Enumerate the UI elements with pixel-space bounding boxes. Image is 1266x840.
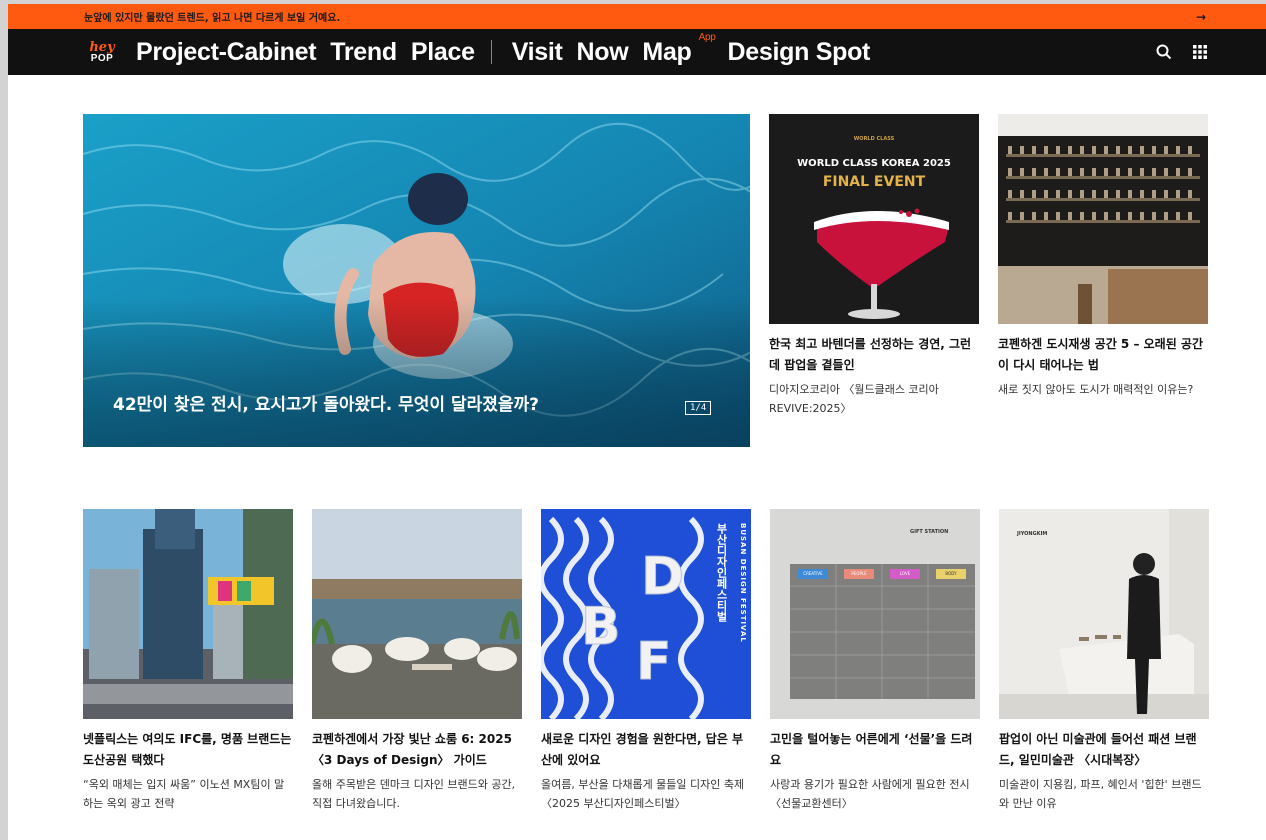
announcement-bar[interactable]: 눈앞에 있지만 몰랐던 트렌드, 읽고 나면 다르게 보일 거예요. → (8, 4, 1266, 29)
search-icon[interactable] (1156, 44, 1172, 60)
article-image-gift-station[interactable]: GIFT STATION CREATIVE PEOPLE LOVE BODY (770, 509, 980, 719)
article-description[interactable]: 새로 짓지 않아도 도시가 매력적인 이유는? (998, 380, 1208, 399)
nav-item-design-spot[interactable]: Design Spot (728, 38, 871, 67)
hero-slide[interactable]: 42만이 찾은 전시, 요시고가 돌아왔다. 무엇이 달라졌을까? 1/4 (83, 114, 750, 447)
image-caption-highlight: FINAL EVENT (822, 174, 926, 190)
nav-item-map[interactable]: Map App (642, 32, 715, 67)
article-description[interactable]: 올여름, 부산을 다채롭게 물들일 디자인 축제 〈2025 부산디자인페스티벌… (541, 775, 751, 813)
image-caption-main: WORLD CLASS KOREA 2025 (797, 158, 951, 169)
nav-item-project-cabinet[interactable]: Project-Cabinet (136, 38, 317, 67)
article-description[interactable]: “옥외 매체는 입지 싸움” 이노션 MX팀이 말하는 옥외 광고 전략 (83, 775, 293, 813)
main-nav: hey POP Project-Cabinet Trend Place Visi… (8, 29, 1266, 75)
nav-item-now[interactable]: Now (577, 38, 629, 67)
article-title[interactable]: 고민을 털어놓는 어른에게 ‘선물’을 드려요 (770, 729, 980, 771)
article-card[interactable]: JIYONGKIM 팝업이 아닌 미술관에 들어선 패션 브랜드, 일민미술관 … (999, 509, 1209, 813)
announcement-text[interactable]: 눈앞에 있지만 몰랐던 트렌드, 읽고 나면 다르게 보일 거예요. (84, 9, 340, 24)
grid-menu-icon[interactable] (1192, 44, 1208, 60)
article-title[interactable]: 새로운 디자인 경험을 원한다면, 답은 부산에 있어요 (541, 729, 751, 771)
article-image-yeouido-billboard[interactable] (83, 509, 293, 719)
article-title[interactable]: 넷플릭스는 여의도 IFC를, 명품 브랜드는 도산공원 택했다 (83, 729, 293, 771)
locker-label: PEOPLE (844, 569, 874, 579)
article-description[interactable]: 사랑과 용기가 필요한 사람에게 필요한 전시 〈선물교환센터〉 (770, 775, 980, 813)
article-card[interactable]: WORLD CLASS WORLD CLASS KOREA 2025 FINAL… (769, 114, 979, 418)
page: 눈앞에 있지만 몰랐던 트렌드, 읽고 나면 다르게 보일 거예요. → hey… (8, 4, 1266, 840)
heypop-logo[interactable]: hey POP (86, 39, 118, 65)
article-image-busan-design-festival[interactable]: D B F BUSAN DESIGN FESTIVAL 부산디자인페스티벌 (541, 509, 751, 719)
nav-divider (490, 40, 492, 64)
article-image-copenhagen-space[interactable] (998, 114, 1208, 324)
article-card[interactable]: 넷플릭스는 여의도 IFC를, 명품 브랜드는 도산공원 택했다 “옥외 매체는… (83, 509, 293, 813)
image-caption-small: WORLD CLASS (853, 136, 895, 142)
slide-pager[interactable]: 1/4 (685, 401, 712, 415)
article-card[interactable]: GIFT STATION CREATIVE PEOPLE LOVE BODY 고… (770, 509, 980, 813)
article-title[interactable]: 팝업이 아닌 미술관에 들어선 패션 브랜드, 일민미술관 〈시대복장〉 (999, 729, 1209, 771)
locker-label: CREATIVE (798, 569, 828, 579)
article-image-copenhagen-showroom[interactable] (312, 509, 522, 719)
svg-text:D: D (641, 547, 684, 607)
svg-text:F: F (636, 632, 672, 692)
svg-text:B: B (581, 597, 621, 657)
article-description[interactable]: 올해 주목받은 덴마크 디자인 브랜드와 공간, 직접 다녀왔습니다. (312, 775, 522, 813)
article-card[interactable]: 코펜하겐 도시재생 공간 5 – 오래된 공간이 다시 태어나는 법 새로 짓지… (998, 114, 1208, 399)
image-caption-gift-station: GIFT STATION (910, 529, 949, 535)
nav-item-visit[interactable]: Visit (512, 38, 563, 67)
locker-label: LOVE (890, 569, 920, 579)
app-badge: App (698, 31, 716, 43)
article-title[interactable]: 코펜하겐 도시재생 공간 5 – 오래된 공간이 다시 태어나는 법 (998, 334, 1208, 376)
nav-item-trend[interactable]: Trend (330, 38, 397, 67)
nav-icons (1156, 29, 1208, 75)
logo-text-bottom: POP (90, 52, 114, 64)
image-caption-brand: JIYONGKIM (1017, 531, 1048, 537)
article-title[interactable]: 코펜하겐에서 가장 빛난 쇼룸 6: 2025 〈3 Days of Desig… (312, 729, 522, 771)
article-description[interactable]: 미술관이 지용킴, 파프, 혜인서 '힙한' 브랜드와 만난 이유 (999, 775, 1209, 813)
arrow-right-icon[interactable]: → (1196, 10, 1206, 24)
image-caption-vertical-en: BUSAN DESIGN FESTIVAL (739, 523, 747, 643)
article-description[interactable]: 디아지오코리아 〈월드클래스 코리아 REVIVE:2025〉 (769, 380, 979, 418)
article-title[interactable]: 한국 최고 바텐더를 선정하는 경연, 그런데 팝업을 곁들인 (769, 334, 979, 376)
article-image-world-class[interactable]: WORLD CLASS WORLD CLASS KOREA 2025 FINAL… (769, 114, 979, 324)
nav-item-place[interactable]: Place (411, 38, 475, 67)
logo-text-top: hey (89, 39, 115, 55)
article-card[interactable]: D B F BUSAN DESIGN FESTIVAL 부산디자인페스티벌 새로… (541, 509, 751, 813)
article-card[interactable]: 코펜하겐에서 가장 빛난 쇼룸 6: 2025 〈3 Days of Desig… (312, 509, 522, 813)
article-image-museum-exhibition[interactable]: JIYONGKIM (999, 509, 1209, 719)
nav-item-map-label[interactable]: Map (642, 38, 691, 66)
image-caption-vertical-ko: 부산디자인페스티벌 (715, 523, 728, 622)
locker-label: BODY (936, 569, 966, 579)
hero-title[interactable]: 42만이 찾은 전시, 요시고가 돌아왔다. 무엇이 달라졌을까? (113, 390, 539, 415)
